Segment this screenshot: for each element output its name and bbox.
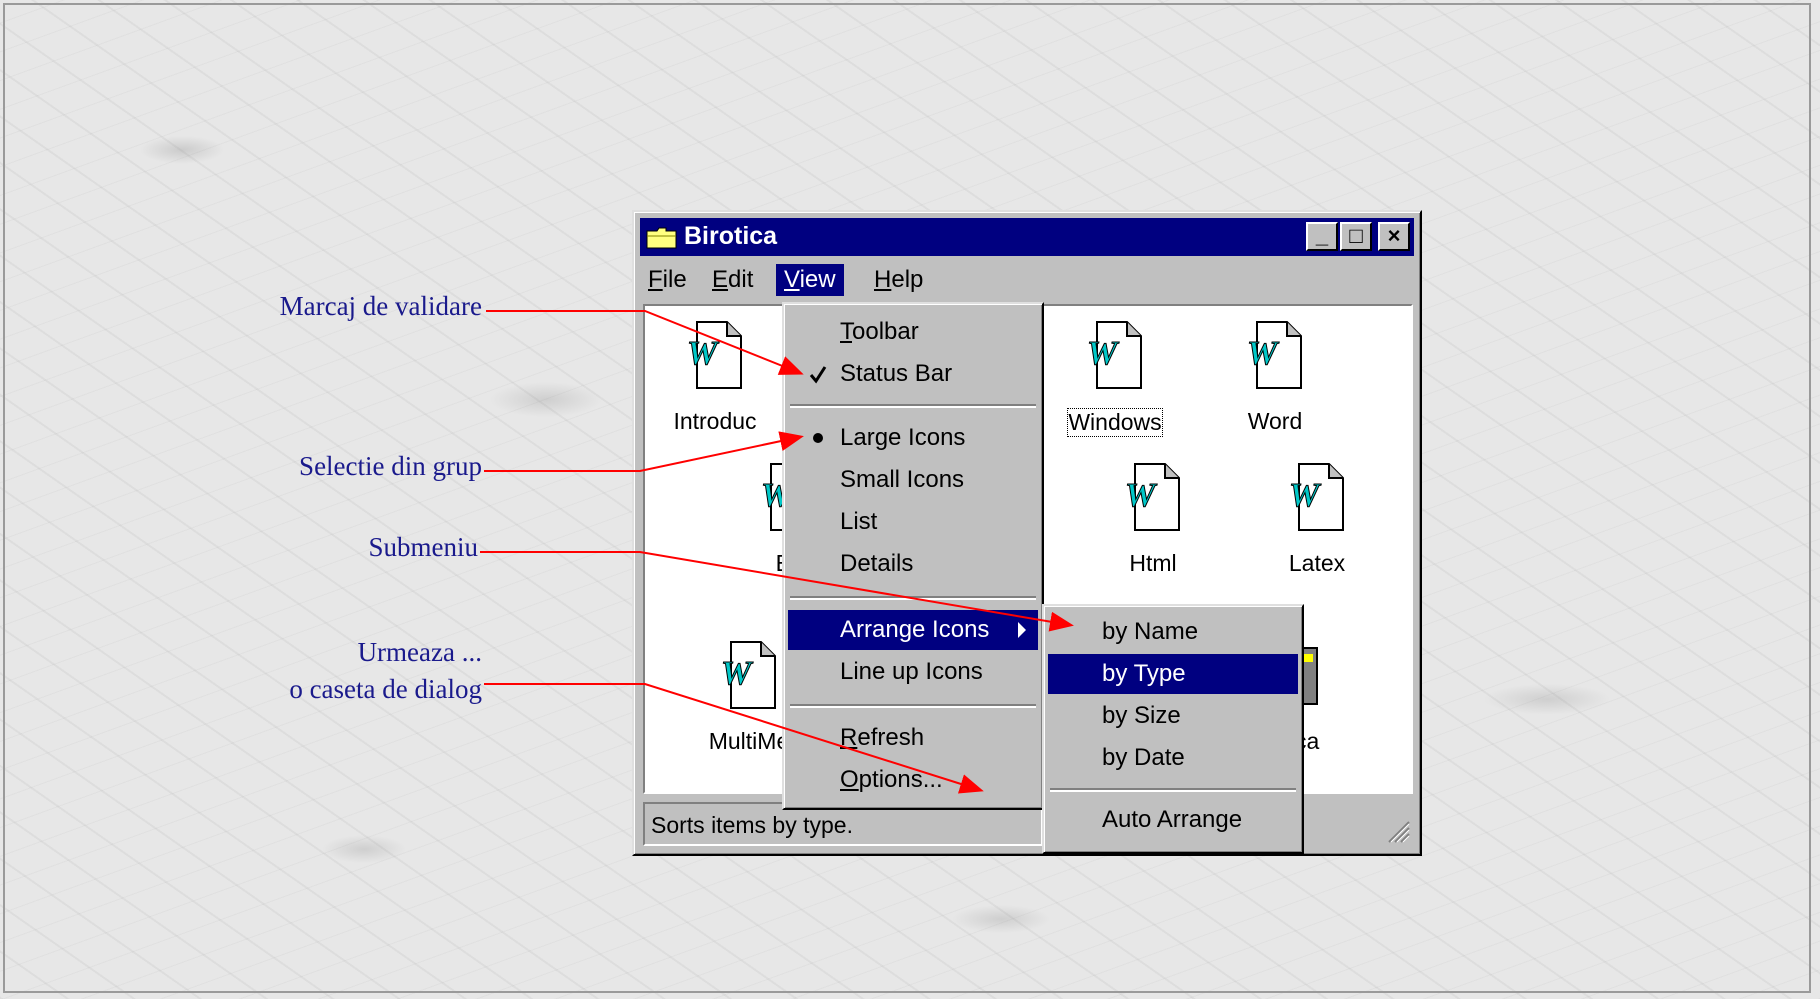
menu-view[interactable]: View: [776, 264, 844, 296]
checkmark-icon: [809, 366, 827, 384]
callout-dialog-line2: o caseta de dialog: [289, 674, 482, 704]
menu-edit-accel: E: [712, 266, 729, 293]
menu-item-auto-arrange[interactable]: Auto Arrange: [1048, 800, 1298, 840]
file-label: Latex: [1288, 550, 1346, 576]
svg-text:W: W: [1125, 477, 1158, 514]
word-document-icon: W: [1289, 463, 1344, 531]
title-bar[interactable]: Birotica _ □ ×: [640, 218, 1414, 256]
view-menu: Toolbar Status Bar Large Icons Small Ico…: [782, 302, 1044, 810]
arrange-submenu: by Name by Type by Size by Date Auto Arr…: [1042, 604, 1304, 854]
menu-item-label: Arrange Icons: [840, 616, 990, 643]
menu-item-by-type[interactable]: by Type: [1048, 654, 1298, 694]
menu-item-toolbar[interactable]: Toolbar: [788, 312, 1038, 352]
menu-item-by-size[interactable]: by Size: [1048, 696, 1298, 736]
window-title: Birotica: [684, 222, 778, 250]
resize-grip-icon[interactable]: [1383, 816, 1411, 844]
radio-bullet-icon: [813, 433, 823, 443]
menu-item-line-up-icons[interactable]: Line up Icons: [788, 652, 1038, 692]
menu-item-refresh[interactable]: Refresh: [788, 718, 1038, 758]
menu-item-label: efresh: [857, 724, 925, 751]
callout-group-selection: Selectie din grup: [299, 451, 482, 481]
file-label: Windows: [1067, 408, 1163, 437]
minimize-button[interactable]: _: [1306, 222, 1338, 251]
menu-item-large-icons[interactable]: Large Icons: [788, 418, 1038, 458]
file-latex[interactable]: W Latex: [1257, 462, 1377, 577]
menu-item-by-date[interactable]: by Date: [1048, 738, 1298, 778]
menu-separator: [1050, 788, 1296, 792]
callout-dialog-line1: Urmeaza ...: [357, 637, 482, 667]
word-document-icon: W: [687, 321, 742, 389]
accel-letter: O: [840, 766, 859, 793]
file-html[interactable]: W Html: [1093, 462, 1213, 577]
folder-icon: [646, 227, 677, 249]
menu-separator: [790, 404, 1036, 408]
word-document-icon: W: [1247, 321, 1302, 389]
menu-item-label: oolbar: [852, 318, 919, 345]
menu-item-small-icons[interactable]: Small Icons: [788, 460, 1038, 500]
menu-item-options[interactable]: Options...: [788, 760, 1038, 800]
svg-text:W: W: [1247, 335, 1280, 372]
menu-file-accel: F: [648, 266, 663, 293]
callout-dialog-follow: Urmeaza ... o caseta de dialog: [150, 634, 482, 708]
file-windows[interactable]: W Windows: [1055, 320, 1175, 437]
svg-text:W: W: [721, 655, 754, 692]
menu-file-rest: ile: [662, 266, 687, 293]
close-button[interactable]: ×: [1378, 222, 1410, 251]
word-document-icon: W: [1125, 463, 1180, 531]
menu-item-label: ptions...: [858, 766, 943, 793]
accel-letter: T: [840, 318, 852, 345]
menu-item-details[interactable]: Details: [788, 544, 1038, 584]
menu-item-by-name[interactable]: by Name: [1048, 612, 1298, 652]
file-word[interactable]: W Word: [1215, 320, 1335, 435]
menu-separator: [790, 704, 1036, 708]
submenu-arrow-icon: [1018, 622, 1026, 638]
svg-text:W: W: [1289, 477, 1322, 514]
menu-help[interactable]: Help: [866, 264, 931, 296]
file-label: Word: [1247, 408, 1303, 434]
file-ca[interactable]: ca: [1294, 640, 1365, 755]
menu-bar: File Edit View Help: [640, 260, 1414, 300]
menu-view-rest: iew: [799, 266, 836, 293]
file-label: ca: [1295, 728, 1320, 754]
file-introduc[interactable]: W Introduc: [655, 320, 775, 435]
word-document-icon: W: [721, 641, 776, 709]
menu-separator: [790, 596, 1036, 600]
menu-help-rest: elp: [891, 266, 924, 293]
menu-item-label: Large Icons: [840, 424, 966, 451]
menu-help-accel: H: [874, 266, 892, 293]
menu-view-accel: V: [784, 266, 800, 293]
menu-file[interactable]: File: [640, 264, 695, 296]
file-label: Introduc: [673, 408, 757, 434]
callout-submenu: Submeniu: [368, 532, 478, 562]
maximize-button[interactable]: □: [1340, 222, 1372, 251]
menu-edit[interactable]: Edit: [704, 264, 761, 296]
callout-validation-mark: Marcaj de validare: [279, 291, 482, 321]
menu-item-arrange-icons[interactable]: Arrange Icons: [788, 610, 1038, 650]
menu-item-list[interactable]: List: [788, 502, 1038, 542]
svg-text:W: W: [687, 335, 720, 372]
accel-letter: R: [840, 724, 858, 751]
menu-item-status-bar[interactable]: Status Bar: [788, 354, 1038, 394]
menu-item-label: Status Bar: [840, 360, 953, 387]
svg-text:W: W: [1087, 335, 1120, 372]
menu-edit-rest: dit: [728, 266, 754, 293]
word-document-icon: W: [1087, 321, 1142, 389]
file-label: Html: [1129, 550, 1177, 576]
